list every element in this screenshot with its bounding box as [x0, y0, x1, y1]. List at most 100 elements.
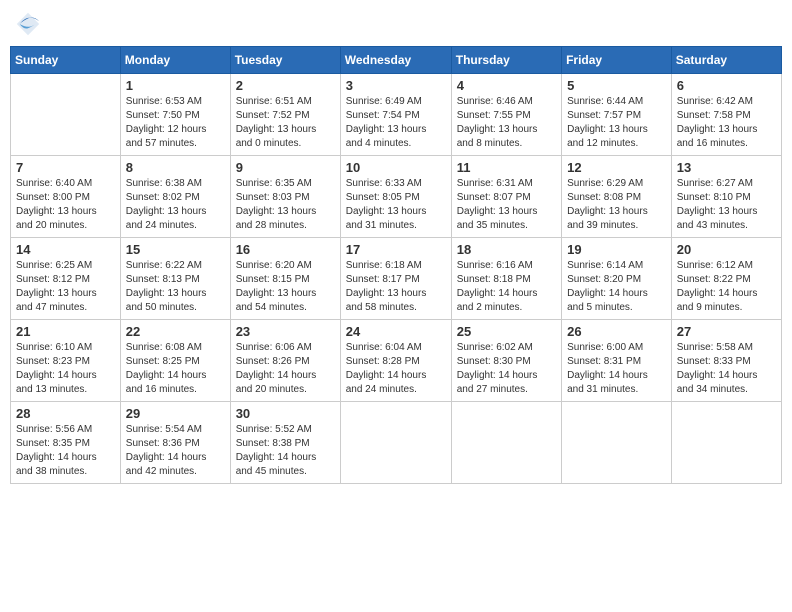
calendar-week-row: 21 Sunrise: 6:10 AMSunset: 8:23 PMDayligh…	[11, 320, 782, 402]
day-info: Sunrise: 6:33 AMSunset: 8:05 PMDaylight:…	[346, 177, 446, 233]
calendar-cell: 15Sunrise: 6:22 AMSunset: 8:13 PMDayligh…	[120, 238, 230, 320]
day-info: Sunrise: 6:10 AMSunset: 8:23 PMDaylight:…	[16, 341, 115, 397]
logo	[14, 10, 46, 38]
day-number: 9	[236, 160, 335, 175]
day-number: 17	[346, 242, 446, 257]
calendar-cell: 9 Sunrise: 6:35 AMSunset: 8:03 PMDaylight…	[230, 156, 340, 238]
day-info: Sunrise: 6:18 AMSunset: 8:17 PMDaylight:…	[346, 259, 446, 315]
day-number: 6	[677, 78, 776, 93]
calendar-cell: 2 Sunrise: 6:51 AMSunset: 7:52 PMDaylight…	[230, 74, 340, 156]
calendar-cell: 5 Sunrise: 6:44 AMSunset: 7:57 PMDaylight…	[562, 74, 672, 156]
day-number: 21	[16, 324, 115, 339]
calendar-cell: 6 Sunrise: 6:42 AMSunset: 7:58 PMDaylight…	[671, 74, 781, 156]
calendar-cell: 18 Sunrise: 6:16 AMSunset: 8:18 PMDayligh…	[451, 238, 561, 320]
day-info: Sunrise: 6:40 AMSunset: 8:00 PMDaylight:…	[16, 177, 115, 233]
calendar-cell: 1 Sunrise: 6:53 AMSunset: 7:50 PMDaylight…	[120, 74, 230, 156]
day-number: 2	[236, 78, 335, 93]
day-info: Sunrise: 6:00 AMSunset: 8:31 PMDaylight:…	[567, 341, 666, 397]
day-number: 4	[457, 78, 556, 93]
day-number: 30	[236, 406, 335, 421]
day-number: 14	[16, 242, 115, 257]
calendar-cell: 23 Sunrise: 6:06 AMSunset: 8:26 PMDayligh…	[230, 320, 340, 402]
day-info: Sunrise: 6:53 AMSunset: 7:50 PMDaylight:…	[126, 95, 225, 151]
calendar-day-header: Friday	[562, 47, 672, 74]
day-info: Sunrise: 6:02 AMSunset: 8:30 PMDaylight:…	[457, 341, 556, 397]
calendar-cell: 25 Sunrise: 6:02 AMSunset: 8:30 PMDayligh…	[451, 320, 561, 402]
calendar-cell: 12Sunrise: 6:29 AMSunset: 8:08 PMDayligh…	[562, 156, 672, 238]
day-info: Sunrise: 6:06 AMSunset: 8:26 PMDaylight:…	[236, 341, 335, 397]
calendar-header-row: SundayMondayTuesdayWednesdayThursdayFrid…	[11, 47, 782, 74]
day-number: 20	[677, 242, 776, 257]
day-number: 8	[126, 160, 225, 175]
day-info: Sunrise: 6:35 AMSunset: 8:03 PMDaylight:…	[236, 177, 335, 233]
day-info: Sunrise: 6:31 AMSunset: 8:07 PMDaylight:…	[457, 177, 556, 233]
calendar-day-header: Thursday	[451, 47, 561, 74]
day-info: Sunrise: 6:12 AMSunset: 8:22 PMDaylight:…	[677, 259, 776, 315]
day-number: 7	[16, 160, 115, 175]
day-info: Sunrise: 6:04 AMSunset: 8:28 PMDaylight:…	[346, 341, 446, 397]
calendar-week-row: 1 Sunrise: 6:53 AMSunset: 7:50 PMDaylight…	[11, 74, 782, 156]
calendar-week-row: 14 Sunrise: 6:25 AMSunset: 8:12 PMDayligh…	[11, 238, 782, 320]
day-number: 16	[236, 242, 335, 257]
day-number: 27	[677, 324, 776, 339]
day-info: Sunrise: 6:46 AMSunset: 7:55 PMDaylight:…	[457, 95, 556, 151]
day-info: Sunrise: 6:51 AMSunset: 7:52 PMDaylight:…	[236, 95, 335, 151]
calendar-cell	[671, 402, 781, 484]
calendar-day-header: Saturday	[671, 47, 781, 74]
calendar-cell: 8 Sunrise: 6:38 AMSunset: 8:02 PMDaylight…	[120, 156, 230, 238]
day-number: 25	[457, 324, 556, 339]
calendar-day-header: Monday	[120, 47, 230, 74]
day-info: Sunrise: 6:42 AMSunset: 7:58 PMDaylight:…	[677, 95, 776, 151]
day-number: 22	[126, 324, 225, 339]
day-number: 13	[677, 160, 776, 175]
calendar-cell: 10 Sunrise: 6:33 AMSunset: 8:05 PMDayligh…	[340, 156, 451, 238]
calendar-cell: 14 Sunrise: 6:25 AMSunset: 8:12 PMDayligh…	[11, 238, 121, 320]
calendar-cell: 7 Sunrise: 6:40 AMSunset: 8:00 PMDaylight…	[11, 156, 121, 238]
calendar-cell: 24Sunrise: 6:04 AMSunset: 8:28 PMDayligh…	[340, 320, 451, 402]
calendar-cell: 16 Sunrise: 6:20 AMSunset: 8:15 PMDayligh…	[230, 238, 340, 320]
calendar-cell: 4 Sunrise: 6:46 AMSunset: 7:55 PMDaylight…	[451, 74, 561, 156]
day-number: 3	[346, 78, 446, 93]
day-info: Sunrise: 6:44 AMSunset: 7:57 PMDaylight:…	[567, 95, 666, 151]
day-info: Sunrise: 6:27 AMSunset: 8:10 PMDaylight:…	[677, 177, 776, 233]
day-info: Sunrise: 6:08 AMSunset: 8:25 PMDaylight:…	[126, 341, 225, 397]
calendar-cell: 27Sunrise: 5:58 AMSunset: 8:33 PMDayligh…	[671, 320, 781, 402]
page-header	[10, 10, 782, 38]
day-number: 5	[567, 78, 666, 93]
day-info: Sunrise: 6:25 AMSunset: 8:12 PMDaylight:…	[16, 259, 115, 315]
day-info: Sunrise: 6:38 AMSunset: 8:02 PMDaylight:…	[126, 177, 225, 233]
day-number: 23	[236, 324, 335, 339]
day-number: 29	[126, 406, 225, 421]
day-info: Sunrise: 5:56 AMSunset: 8:35 PMDaylight:…	[16, 423, 115, 479]
day-number: 12	[567, 160, 666, 175]
calendar-cell: 22 Sunrise: 6:08 AMSunset: 8:25 PMDayligh…	[120, 320, 230, 402]
day-info: Sunrise: 6:16 AMSunset: 8:18 PMDaylight:…	[457, 259, 556, 315]
calendar-week-row: 28 Sunrise: 5:56 AMSunset: 8:35 PMDayligh…	[11, 402, 782, 484]
calendar-day-header: Tuesday	[230, 47, 340, 74]
calendar-cell: 21 Sunrise: 6:10 AMSunset: 8:23 PMDayligh…	[11, 320, 121, 402]
logo-icon	[14, 10, 42, 38]
calendar-cell	[451, 402, 561, 484]
day-number: 10	[346, 160, 446, 175]
day-number: 28	[16, 406, 115, 421]
calendar-cell: 30 Sunrise: 5:52 AMSunset: 8:38 PMDayligh…	[230, 402, 340, 484]
day-number: 15	[126, 242, 225, 257]
calendar-week-row: 7 Sunrise: 6:40 AMSunset: 8:00 PMDaylight…	[11, 156, 782, 238]
day-info: Sunrise: 5:54 AMSunset: 8:36 PMDaylight:…	[126, 423, 225, 479]
calendar-cell: 11Sunrise: 6:31 AMSunset: 8:07 PMDayligh…	[451, 156, 561, 238]
day-number: 18	[457, 242, 556, 257]
day-info: Sunrise: 6:49 AMSunset: 7:54 PMDaylight:…	[346, 95, 446, 151]
calendar-cell	[562, 402, 672, 484]
calendar-cell: 26 Sunrise: 6:00 AMSunset: 8:31 PMDayligh…	[562, 320, 672, 402]
calendar-cell: 3 Sunrise: 6:49 AMSunset: 7:54 PMDaylight…	[340, 74, 451, 156]
day-number: 26	[567, 324, 666, 339]
calendar-table: SundayMondayTuesdayWednesdayThursdayFrid…	[10, 46, 782, 484]
day-info: Sunrise: 5:52 AMSunset: 8:38 PMDaylight:…	[236, 423, 335, 479]
calendar-cell: 17 Sunrise: 6:18 AMSunset: 8:17 PMDayligh…	[340, 238, 451, 320]
calendar-cell: 13 Sunrise: 6:27 AMSunset: 8:10 PMDayligh…	[671, 156, 781, 238]
day-number: 1	[126, 78, 225, 93]
calendar-day-header: Sunday	[11, 47, 121, 74]
day-info: Sunrise: 6:20 AMSunset: 8:15 PMDaylight:…	[236, 259, 335, 315]
calendar-cell: 19Sunrise: 6:14 AMSunset: 8:20 PMDayligh…	[562, 238, 672, 320]
calendar-day-header: Wednesday	[340, 47, 451, 74]
